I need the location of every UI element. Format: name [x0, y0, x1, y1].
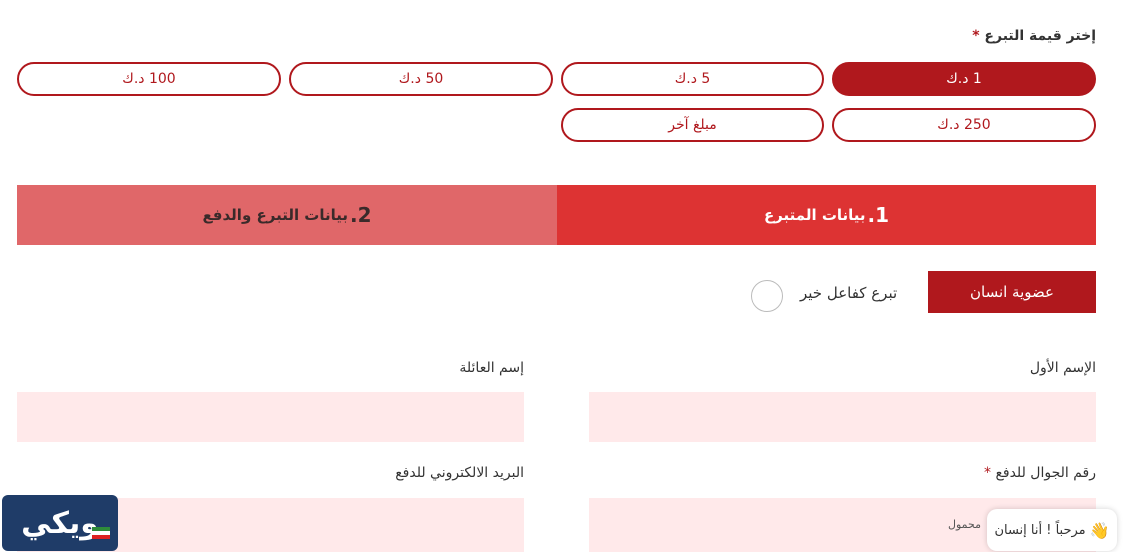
amount-5-button[interactable]: 5 د.ك	[561, 62, 824, 96]
mobile-label: رقم الجوال للدفع *	[983, 465, 1096, 481]
amount-100-button[interactable]: 100 د.ك	[17, 62, 281, 96]
amount-1-button[interactable]: 1 د.ك	[832, 62, 1096, 96]
tab-payment-info[interactable]: 2. بيانات التبرع والدفع	[17, 185, 557, 245]
family-name-label: إسم العائلة	[459, 360, 524, 376]
chat-widget-button[interactable]: 👋 مرحباً ! أنا إنسان	[987, 509, 1117, 551]
required-mark: *	[972, 28, 980, 44]
amount-50-button[interactable]: 50 د.ك	[289, 62, 553, 96]
step-number: 1.	[867, 203, 890, 227]
step-label: بيانات المتبرع	[763, 206, 866, 224]
first-name-label: الإسم الأول	[1029, 360, 1096, 376]
tab-donor-info[interactable]: 1. بيانات المتبرع	[557, 185, 1096, 245]
step-number: 2.	[350, 203, 372, 227]
mobile-hint: محمول	[948, 518, 982, 531]
charity-donor-label: تبرع كفاعل خير	[800, 284, 898, 302]
required-mark: *	[983, 465, 991, 481]
flag-icon	[92, 527, 110, 539]
email-label: البريد الالكتروني للدفع	[395, 465, 524, 481]
charity-donor-radio[interactable]	[751, 280, 783, 312]
logo-text: ويكي	[21, 505, 99, 541]
chat-text: مرحباً ! أنا إنسان	[994, 522, 1086, 538]
wave-hand-icon: 👋	[1089, 520, 1110, 540]
donation-title: إختر قيمة التبرع *	[972, 28, 1096, 44]
amount-other-button[interactable]: مبلغ آخر	[561, 108, 824, 142]
family-name-field[interactable]	[17, 392, 524, 442]
step-label: بيانات التبرع والدفع	[202, 206, 349, 224]
first-name-field[interactable]	[589, 392, 1096, 442]
amount-250-button[interactable]: 250 د.ك	[832, 108, 1096, 142]
membership-button[interactable]: عضوية انسان	[928, 271, 1096, 313]
site-logo: ويكي	[2, 495, 118, 551]
